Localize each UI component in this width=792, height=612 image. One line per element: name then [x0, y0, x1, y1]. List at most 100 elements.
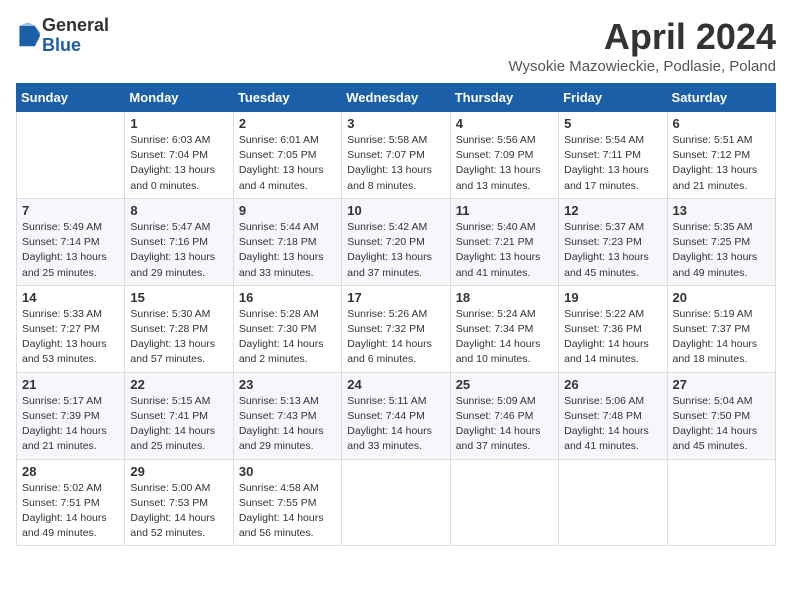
- day-number: 9: [239, 203, 336, 218]
- cell-info: Sunrise: 6:01 AM Sunset: 7:05 PM Dayligh…: [239, 133, 336, 194]
- cell-info: Sunrise: 5:17 AM Sunset: 7:39 PM Dayligh…: [22, 394, 119, 455]
- day-number: 18: [456, 290, 553, 305]
- cell-info: Sunrise: 5:13 AM Sunset: 7:43 PM Dayligh…: [239, 394, 336, 455]
- calendar-week-row: 14 Sunrise: 5:33 AM Sunset: 7:27 PM Dayli…: [17, 285, 776, 372]
- day-number: 19: [564, 290, 661, 305]
- day-number: 12: [564, 203, 661, 218]
- cell-info: Sunrise: 5:42 AM Sunset: 7:20 PM Dayligh…: [347, 220, 444, 281]
- calendar-cell: 23 Sunrise: 5:13 AM Sunset: 7:43 PM Dayli…: [233, 372, 341, 459]
- month-title: April 2024: [509, 16, 777, 58]
- day-number: 30: [239, 464, 336, 479]
- calendar-cell: 18 Sunrise: 5:24 AM Sunset: 7:34 PM Dayli…: [450, 285, 558, 372]
- cell-info: Sunrise: 5:15 AM Sunset: 7:41 PM Dayligh…: [130, 394, 227, 455]
- calendar-cell: 9 Sunrise: 5:44 AM Sunset: 7:18 PM Daylig…: [233, 198, 341, 285]
- logo-icon: [16, 22, 40, 50]
- calendar-cell: 29Sunrise: 5:00 AM Sunset: 7:53 PM Dayli…: [125, 459, 233, 546]
- day-number: 5: [564, 116, 661, 131]
- weekday-header-row: SundayMondayTuesdayWednesdayThursdayFrid…: [17, 84, 776, 112]
- logo-blue: Blue: [42, 36, 109, 56]
- day-number: 28: [22, 464, 119, 479]
- calendar-cell: 16 Sunrise: 5:28 AM Sunset: 7:30 PM Dayli…: [233, 285, 341, 372]
- cell-info: Sunrise: 5:19 AM Sunset: 7:37 PM Dayligh…: [673, 307, 770, 368]
- calendar-cell: 6Sunrise: 5:51 AM Sunset: 7:12 PM Daylig…: [667, 112, 775, 199]
- calendar-cell: 30Sunrise: 4:58 AM Sunset: 7:55 PM Dayli…: [233, 459, 341, 546]
- day-number: 27: [673, 377, 770, 392]
- calendar-cell: 21 Sunrise: 5:17 AM Sunset: 7:39 PM Dayli…: [17, 372, 125, 459]
- day-number: 7: [22, 203, 119, 218]
- weekday-header-saturday: Saturday: [667, 84, 775, 112]
- day-number: 20: [673, 290, 770, 305]
- day-number: 24: [347, 377, 444, 392]
- cell-info: Sunrise: 5:49 AM Sunset: 7:14 PM Dayligh…: [22, 220, 119, 281]
- calendar-cell: 17 Sunrise: 5:26 AM Sunset: 7:32 PM Dayli…: [342, 285, 450, 372]
- calendar-cell: 4 Sunrise: 5:56 AM Sunset: 7:09 PM Daylig…: [450, 112, 558, 199]
- calendar-cell: 22 Sunrise: 5:15 AM Sunset: 7:41 PM Dayli…: [125, 372, 233, 459]
- calendar-cell: 24 Sunrise: 5:11 AM Sunset: 7:44 PM Dayli…: [342, 372, 450, 459]
- cell-info: Sunrise: 5:33 AM Sunset: 7:27 PM Dayligh…: [22, 307, 119, 368]
- day-number: 8: [130, 203, 227, 218]
- cell-info: Sunrise: 6:03 AM Sunset: 7:04 PM Dayligh…: [130, 133, 227, 194]
- day-number: 26: [564, 377, 661, 392]
- calendar-cell: [667, 459, 775, 546]
- day-number: 3: [347, 116, 444, 131]
- weekday-header-wednesday: Wednesday: [342, 84, 450, 112]
- calendar-cell: 20 Sunrise: 5:19 AM Sunset: 7:37 PM Dayli…: [667, 285, 775, 372]
- calendar-cell: 12 Sunrise: 5:37 AM Sunset: 7:23 PM Dayli…: [559, 198, 667, 285]
- day-number: 22: [130, 377, 227, 392]
- weekday-header-thursday: Thursday: [450, 84, 558, 112]
- day-number: 2: [239, 116, 336, 131]
- day-number: 17: [347, 290, 444, 305]
- calendar-cell: 3 Sunrise: 5:58 AM Sunset: 7:07 PM Daylig…: [342, 112, 450, 199]
- calendar-cell: [450, 459, 558, 546]
- calendar-cell: 27 Sunrise: 5:04 AM Sunset: 7:50 PM Dayli…: [667, 372, 775, 459]
- cell-info: Sunrise: 5:24 AM Sunset: 7:34 PM Dayligh…: [456, 307, 553, 368]
- cell-info: Sunrise: 5:44 AM Sunset: 7:18 PM Dayligh…: [239, 220, 336, 281]
- cell-info: Sunrise: 5:54 AM Sunset: 7:11 PM Dayligh…: [564, 133, 661, 194]
- location-subtitle: Wysokie Mazowieckie, Podlasie, Poland: [509, 58, 777, 75]
- cell-info: Sunrise: 5:51 AM Sunset: 7:12 PM Dayligh…: [673, 133, 770, 194]
- weekday-header-tuesday: Tuesday: [233, 84, 341, 112]
- calendar-cell: 28Sunrise: 5:02 AM Sunset: 7:51 PM Dayli…: [17, 459, 125, 546]
- day-number: 23: [239, 377, 336, 392]
- calendar-cell: 7 Sunrise: 5:49 AM Sunset: 7:14 PM Daylig…: [17, 198, 125, 285]
- cell-info: Sunrise: 5:06 AM Sunset: 7:48 PM Dayligh…: [564, 394, 661, 455]
- cell-info: Sunrise: 5:56 AM Sunset: 7:09 PM Dayligh…: [456, 133, 553, 194]
- day-number: 1: [130, 116, 227, 131]
- calendar-cell: 1 Sunrise: 6:03 AM Sunset: 7:04 PM Daylig…: [125, 112, 233, 199]
- cell-info: Sunrise: 5:40 AM Sunset: 7:21 PM Dayligh…: [456, 220, 553, 281]
- cell-info: Sunrise: 5:28 AM Sunset: 7:30 PM Dayligh…: [239, 307, 336, 368]
- calendar-cell: 8 Sunrise: 5:47 AM Sunset: 7:16 PM Daylig…: [125, 198, 233, 285]
- calendar-week-row: 28Sunrise: 5:02 AM Sunset: 7:51 PM Dayli…: [17, 459, 776, 546]
- calendar-cell: 26 Sunrise: 5:06 AM Sunset: 7:48 PM Dayli…: [559, 372, 667, 459]
- day-number: 25: [456, 377, 553, 392]
- day-number: 10: [347, 203, 444, 218]
- calendar-cell: 5 Sunrise: 5:54 AM Sunset: 7:11 PM Daylig…: [559, 112, 667, 199]
- cell-info: Sunrise: 5:04 AM Sunset: 7:50 PM Dayligh…: [673, 394, 770, 455]
- day-number: 15: [130, 290, 227, 305]
- day-number: 14: [22, 290, 119, 305]
- calendar-cell: [17, 112, 125, 199]
- day-number: 21: [22, 377, 119, 392]
- day-number: 13: [673, 203, 770, 218]
- calendar-cell: 25Sunrise: 5:09 AM Sunset: 7:46 PM Dayli…: [450, 372, 558, 459]
- weekday-header-friday: Friday: [559, 84, 667, 112]
- calendar-table: SundayMondayTuesdayWednesdayThursdayFrid…: [16, 83, 776, 546]
- calendar-week-row: 21 Sunrise: 5:17 AM Sunset: 7:39 PM Dayli…: [17, 372, 776, 459]
- cell-info: Sunrise: 5:47 AM Sunset: 7:16 PM Dayligh…: [130, 220, 227, 281]
- weekday-header-sunday: Sunday: [17, 84, 125, 112]
- cell-info: Sunrise: 5:11 AM Sunset: 7:44 PM Dayligh…: [347, 394, 444, 455]
- cell-info: Sunrise: 5:58 AM Sunset: 7:07 PM Dayligh…: [347, 133, 444, 194]
- cell-info: Sunrise: 5:37 AM Sunset: 7:23 PM Dayligh…: [564, 220, 661, 281]
- weekday-header-monday: Monday: [125, 84, 233, 112]
- cell-info: Sunrise: 5:35 AM Sunset: 7:25 PM Dayligh…: [673, 220, 770, 281]
- calendar-cell: [559, 459, 667, 546]
- cell-info: Sunrise: 5:26 AM Sunset: 7:32 PM Dayligh…: [347, 307, 444, 368]
- calendar-cell: 13 Sunrise: 5:35 AM Sunset: 7:25 PM Dayli…: [667, 198, 775, 285]
- day-number: 29: [130, 464, 227, 479]
- calendar-cell: 19Sunrise: 5:22 AM Sunset: 7:36 PM Dayli…: [559, 285, 667, 372]
- day-number: 16: [239, 290, 336, 305]
- day-number: 4: [456, 116, 553, 131]
- logo: General Blue: [16, 16, 109, 56]
- page-header: General Blue April 2024 Wysokie Mazowiec…: [16, 16, 776, 75]
- title-section: April 2024 Wysokie Mazowieckie, Podlasie…: [509, 16, 777, 75]
